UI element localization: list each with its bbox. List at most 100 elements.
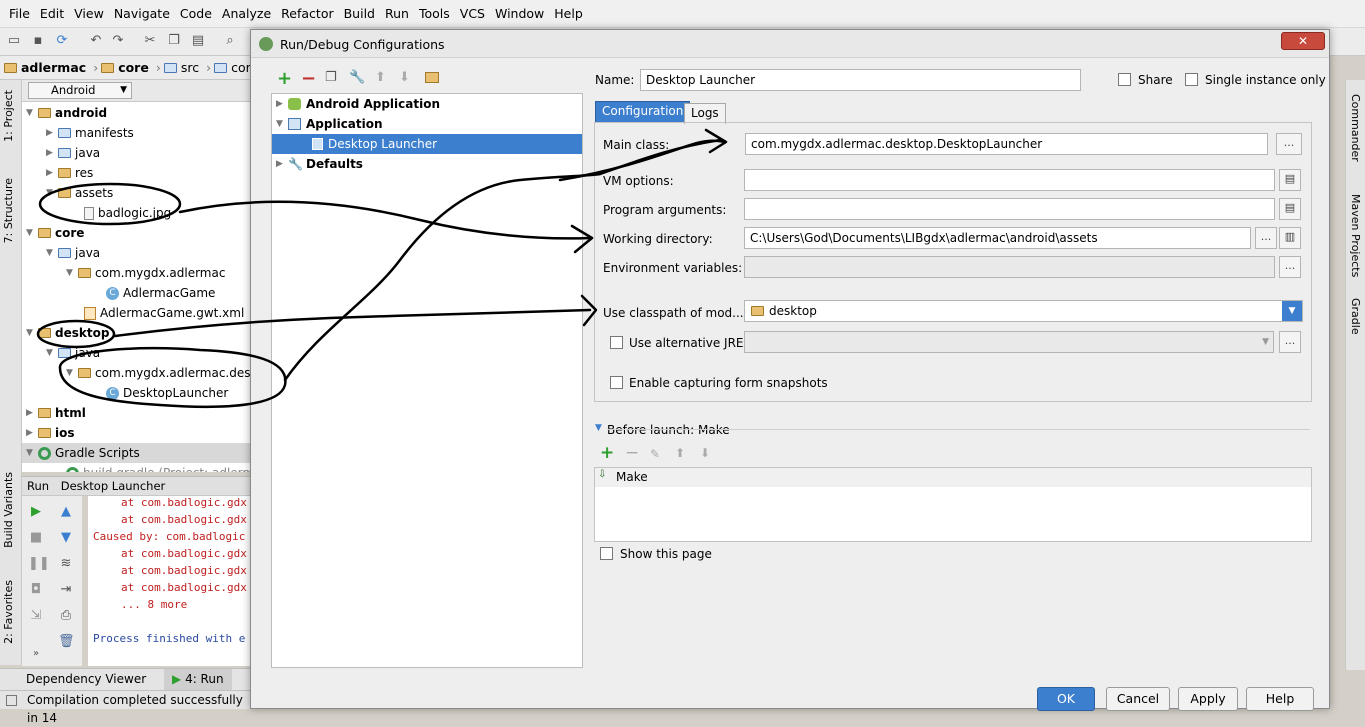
sync-icon[interactable]: ⟳ [54,33,70,49]
tool-tab-project[interactable]: 1: Project [2,90,15,142]
camera-icon[interactable]: ◘ [28,582,44,598]
classpath-module-select[interactable]: desktop ▼ [744,300,1303,322]
menu-file[interactable]: File [4,6,35,21]
program-arguments-expand-button[interactable]: ▤ [1279,198,1301,220]
remove-icon[interactable]: − [301,68,316,89]
cut-icon[interactable]: ✂ [142,33,158,49]
project-view-selector[interactable]: Android ▼ [28,82,132,99]
vm-options-expand-button[interactable]: ▤ [1279,169,1301,191]
copy-icon[interactable]: ❐ [325,70,337,85]
menu-help[interactable]: Help [549,6,588,21]
config-tree-item[interactable]: ▼ Application [276,114,383,134]
edit-icon[interactable]: ✎ [650,447,660,461]
move-up-icon[interactable]: ⬆ [675,446,685,460]
tree-item[interactable]: ▼ desktop [26,323,109,343]
tree-item[interactable]: build.gradle (Project: adlermac) [66,463,252,472]
list-item[interactable]: ⇩ Make [595,468,1311,487]
tree-item[interactable]: ▶ html [26,403,86,423]
open-folder-icon[interactable]: ▭ [6,33,22,49]
menu-build[interactable]: Build [339,6,380,21]
down-arrow-icon[interactable]: ▼ [58,530,74,546]
redo-icon[interactable]: ↷ [110,33,126,49]
tool-tab-favorites[interactable]: 2: Favorites [2,580,15,644]
run-config-tab[interactable]: Desktop Launcher [61,479,166,493]
print-icon[interactable]: ⎙ [58,608,74,624]
menu-edit[interactable]: Edit [35,6,69,21]
tree-item[interactable]: ▼ android [26,103,107,123]
tab-run[interactable]: ▶ 4: Run [164,669,232,690]
tree-item[interactable]: C DesktopLauncher [106,383,228,403]
menu-analyze[interactable]: Analyze [217,6,276,21]
add-icon[interactable]: + [277,68,292,89]
trash-icon[interactable]: 🗑 [58,634,75,650]
menu-view[interactable]: View [69,6,109,21]
config-tree-item[interactable]: ▶ 🔧 Defaults [276,154,363,174]
form-snapshots-checkbox[interactable] [610,376,623,389]
tree-item[interactable]: ▼ core [26,223,84,243]
tree-item[interactable]: ▶ java [46,143,100,163]
tab-dependency-viewer[interactable]: Dependency Viewer [26,672,146,686]
apply-button[interactable]: Apply [1178,687,1238,711]
undo-icon[interactable]: ↶ [88,33,104,49]
tree-item[interactable]: ▼ Gradle Scripts [22,443,252,463]
tab-logs[interactable]: Logs [684,103,726,124]
soft-wrap-icon[interactable]: ≋ [58,556,74,572]
breadcrumb-item[interactable]: adlermac [4,60,86,75]
program-arguments-input[interactable] [744,198,1275,220]
move-up-icon[interactable]: ⬆ [375,70,386,85]
menu-vcs[interactable]: VCS [455,6,490,21]
rerun-icon[interactable]: ▶ [28,504,44,520]
share-checkbox[interactable] [1118,73,1131,86]
folder-icon[interactable] [425,72,439,83]
tree-item[interactable]: ▶ manifests [46,123,134,143]
tool-tab-commander[interactable]: Commander [1349,94,1362,162]
cancel-button[interactable]: Cancel [1106,687,1170,711]
tool-tab-gradle[interactable]: Gradle [1349,298,1362,335]
menu-run[interactable]: Run [380,6,414,21]
run-console[interactable]: at com.badlogic.gdx at com.badlogic.gdx … [88,496,252,666]
tree-item[interactable]: ▼ java [46,343,100,363]
scroll-to-end-icon[interactable]: ⇥ [58,582,74,598]
menu-navigate[interactable]: Navigate [109,6,175,21]
vm-options-input[interactable] [744,169,1275,191]
tool-tab-maven[interactable]: Maven Projects [1349,194,1362,277]
menu-refactor[interactable]: Refactor [276,6,338,21]
name-input[interactable]: Desktop Launcher [640,69,1081,91]
alternative-jre-browse-button[interactable]: ... [1279,331,1301,353]
save-icon[interactable]: ▪ [30,33,46,49]
breadcrumb-item[interactable]: core [101,60,149,75]
config-tree-item-selected[interactable]: Desktop Launcher [272,134,582,154]
stop-icon[interactable]: ■ [28,530,44,546]
find-icon[interactable]: ⌕ [222,33,238,49]
collapse-icon[interactable]: ▼ [595,423,602,433]
main-class-input[interactable]: com.mygdx.adlermac.desktop.DesktopLaunch… [745,133,1268,155]
tool-tab-build-variants[interactable]: Build Variants [2,472,15,548]
environment-variables-browse-button[interactable]: ... [1279,256,1301,278]
working-directory-input[interactable]: C:\Users\God\Documents\LIBgdx\adlermac\a… [744,227,1251,249]
tree-item[interactable]: ▶ ios [26,423,75,443]
move-down-icon[interactable]: ⬇ [700,446,710,460]
working-directory-macro-button[interactable]: ▥ [1279,227,1301,249]
copy-icon[interactable]: ❐ [166,33,182,49]
paste-icon[interactable]: ▤ [190,33,206,49]
wrench-icon[interactable]: 🔧 [349,70,365,85]
status-icon[interactable] [6,695,17,706]
menu-window[interactable]: Window [490,6,549,21]
ok-button[interactable]: OK [1037,687,1095,711]
main-class-browse-button[interactable]: ... [1276,133,1302,155]
single-instance-checkbox[interactable] [1185,73,1198,86]
move-down-icon[interactable]: ⬇ [399,70,410,85]
show-page-checkbox[interactable] [600,547,613,560]
help-button[interactable]: Help [1246,687,1314,711]
up-arrow-icon[interactable]: ▲ [58,504,74,520]
remove-icon[interactable]: − [625,443,639,463]
config-tree-item[interactable]: ▶ Android Application [276,94,440,114]
login-icon[interactable]: ⇲ [28,608,44,624]
tree-item[interactable]: AdlermacGame.gwt.xml [84,303,244,323]
tree-item[interactable]: ▶ res [46,163,93,183]
tool-tab-structure[interactable]: 7: Structure [2,178,15,243]
tree-item[interactable]: ▼ com.mygdx.adlermac [66,263,225,283]
menu-code[interactable]: Code [175,6,217,21]
menu-tools[interactable]: Tools [414,6,455,21]
more-icon[interactable]: » [28,646,44,662]
